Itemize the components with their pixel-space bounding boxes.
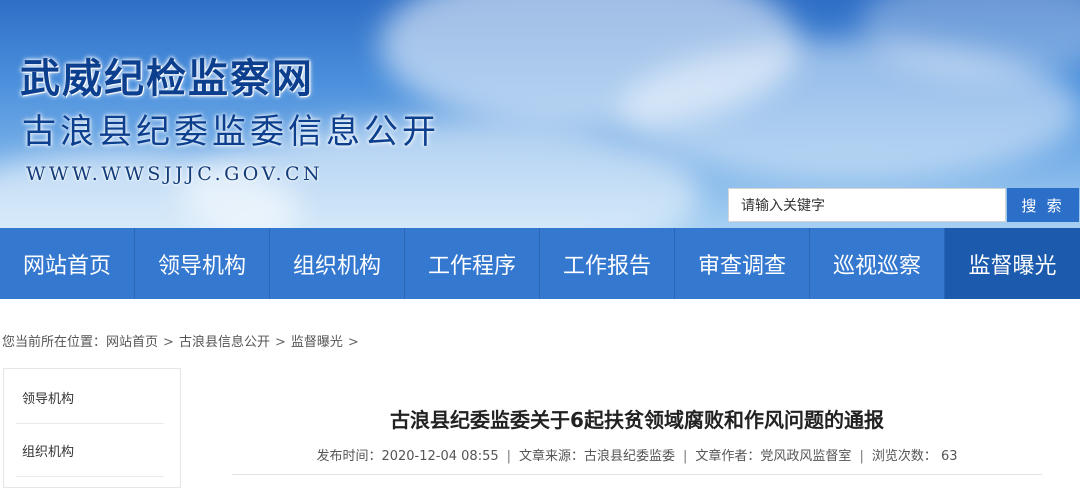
breadcrumb-separator: > (347, 335, 359, 350)
nav-item-exposure[interactable]: 监督曝光 (945, 228, 1080, 299)
main-nav: 网站首页 领导机构 组织机构 工作程序 工作报告 审查调查 巡视巡察 监督曝光 (0, 228, 1080, 299)
meta-author: 文章作者：党风政风监督室 (695, 449, 852, 464)
search-button[interactable]: 搜 索 (1007, 188, 1079, 222)
search-input[interactable] (728, 188, 1006, 222)
meta-separator: | (683, 449, 688, 464)
nav-item-organization[interactable]: 组织机构 (270, 228, 405, 299)
breadcrumb-separator: > (163, 335, 174, 350)
sidebar-item-organization[interactable]: 组织机构 (16, 424, 164, 477)
sidebar-item-leadership[interactable]: 领导机构 (16, 371, 164, 424)
site-name: 武威纪检监察网 (20, 55, 314, 102)
article-meta: 发布时间：2020-12-04 08:55 | 文章来源：古浪县纪委监委 | 文章作者：… (232, 445, 1042, 464)
nav-item-reports[interactable]: 工作报告 (540, 228, 675, 299)
nav-item-investigation[interactable]: 审查调查 (675, 228, 810, 299)
site-subtitle: 古浪县纪委监委信息公开 (22, 112, 440, 152)
nav-item-inspection[interactable]: 巡视巡察 (810, 228, 945, 299)
breadcrumb-link-gulang[interactable]: 古浪县信息公开 (179, 335, 270, 350)
breadcrumb-prefix: 您当前所在位置： (2, 335, 107, 350)
meta-source: 文章来源：古浪县纪委监委 (519, 449, 676, 464)
breadcrumb: 您当前所在位置：网站首页 > 古浪县信息公开 > 监督曝光 > (2, 331, 364, 350)
meta-separator: | (506, 449, 512, 464)
site-url: WWW.WWSJJJC.GOV.CN (26, 163, 324, 185)
nav-item-leadership[interactable]: 领导机构 (135, 228, 270, 299)
meta-publish-time: 发布时间：2020-12-04 08:55 (316, 449, 499, 464)
meta-separator: | (859, 449, 864, 464)
nav-item-home[interactable]: 网站首页 (0, 228, 135, 299)
meta-views: 浏览次数： 63 (871, 449, 958, 464)
article-title: 古浪县纪委监委关于6起扶贫领域腐败和作风问题的通报 (390, 408, 884, 432)
breadcrumb-separator: > (274, 335, 286, 350)
meta-divider (232, 474, 1042, 475)
breadcrumb-link-home[interactable]: 网站首页 (106, 335, 158, 350)
breadcrumb-link-exposure[interactable]: 监督曝光 (291, 335, 343, 350)
nav-item-procedures[interactable]: 工作程序 (405, 228, 540, 299)
sidebar: 领导机构 组织机构 (3, 368, 181, 488)
